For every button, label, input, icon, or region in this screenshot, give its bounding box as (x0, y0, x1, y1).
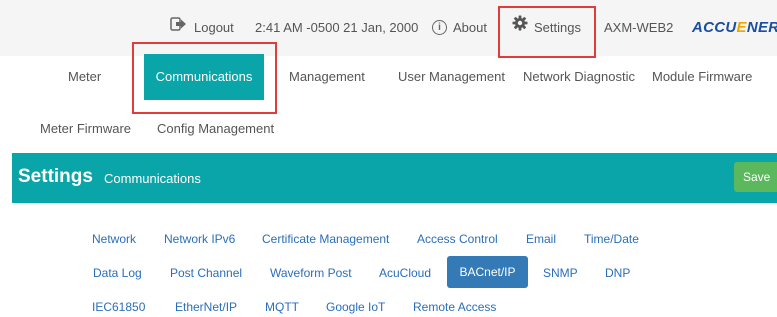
tab-acucloud[interactable]: AcuCloud (379, 266, 431, 280)
highlight-box-communications (132, 42, 277, 114)
tab-mqtt[interactable]: MQTT (265, 300, 299, 314)
tab-certificate-management[interactable]: Certificate Management (262, 232, 389, 246)
nav-config-management[interactable]: Config Management (157, 121, 274, 136)
tab-iec61850[interactable]: IEC61850 (92, 300, 145, 314)
highlight-box-settings (498, 6, 596, 58)
top-bar: Logout 2:41 AM -0500 21 Jan, 2000 i About… (0, 0, 777, 56)
tab-access-control[interactable]: Access Control (417, 232, 498, 246)
tab-snmp[interactable]: SNMP (543, 266, 578, 280)
logo-text-3: NERGY (746, 19, 777, 36)
nav-management[interactable]: Management (289, 69, 365, 84)
tab-time-date[interactable]: Time/Date (584, 232, 639, 246)
tab-waveform-post[interactable]: Waveform Post (270, 266, 352, 280)
about-label: About (453, 20, 487, 35)
brand-logo: ACCUENERGY (692, 0, 777, 56)
nav-module-firmware[interactable]: Module Firmware (652, 69, 752, 84)
tab-network-ipv6[interactable]: Network IPv6 (164, 232, 235, 246)
tab-ethernet-ip[interactable]: EtherNet/IP (175, 300, 237, 314)
tab-bacnet-ip[interactable]: BACnet/IP (447, 256, 528, 288)
page-subtitle: Communications (104, 171, 201, 186)
nav-network-diagnostic[interactable]: Network Diagnostic (523, 69, 635, 84)
tab-data-log[interactable]: Data Log (93, 266, 142, 280)
nav-meter[interactable]: Meter (68, 69, 101, 84)
device-name: AXM-WEB2 (604, 20, 674, 35)
info-circle-icon: i (432, 19, 447, 35)
tab-email[interactable]: Email (526, 232, 556, 246)
nav-meter-firmware[interactable]: Meter Firmware (40, 121, 131, 136)
page-header: Settings Communications (12, 153, 777, 203)
nav-user-management[interactable]: User Management (398, 69, 505, 84)
logo-text-2: E (736, 19, 747, 36)
tab-network[interactable]: Network (92, 232, 136, 246)
logout-label: Logout (194, 20, 234, 35)
tab-google-iot[interactable]: Google IoT (326, 300, 385, 314)
page-title: Settings (18, 166, 93, 187)
datetime-display: 2:41 AM -0500 21 Jan, 2000 (255, 20, 419, 35)
logo-text-1: ACCU (692, 19, 737, 36)
save-button[interactable]: Save (734, 162, 777, 192)
tab-dnp[interactable]: DNP (605, 266, 630, 280)
tab-remote-access[interactable]: Remote Access (413, 300, 496, 314)
about-link[interactable]: i About (432, 0, 487, 56)
tab-post-channel[interactable]: Post Channel (170, 266, 242, 280)
